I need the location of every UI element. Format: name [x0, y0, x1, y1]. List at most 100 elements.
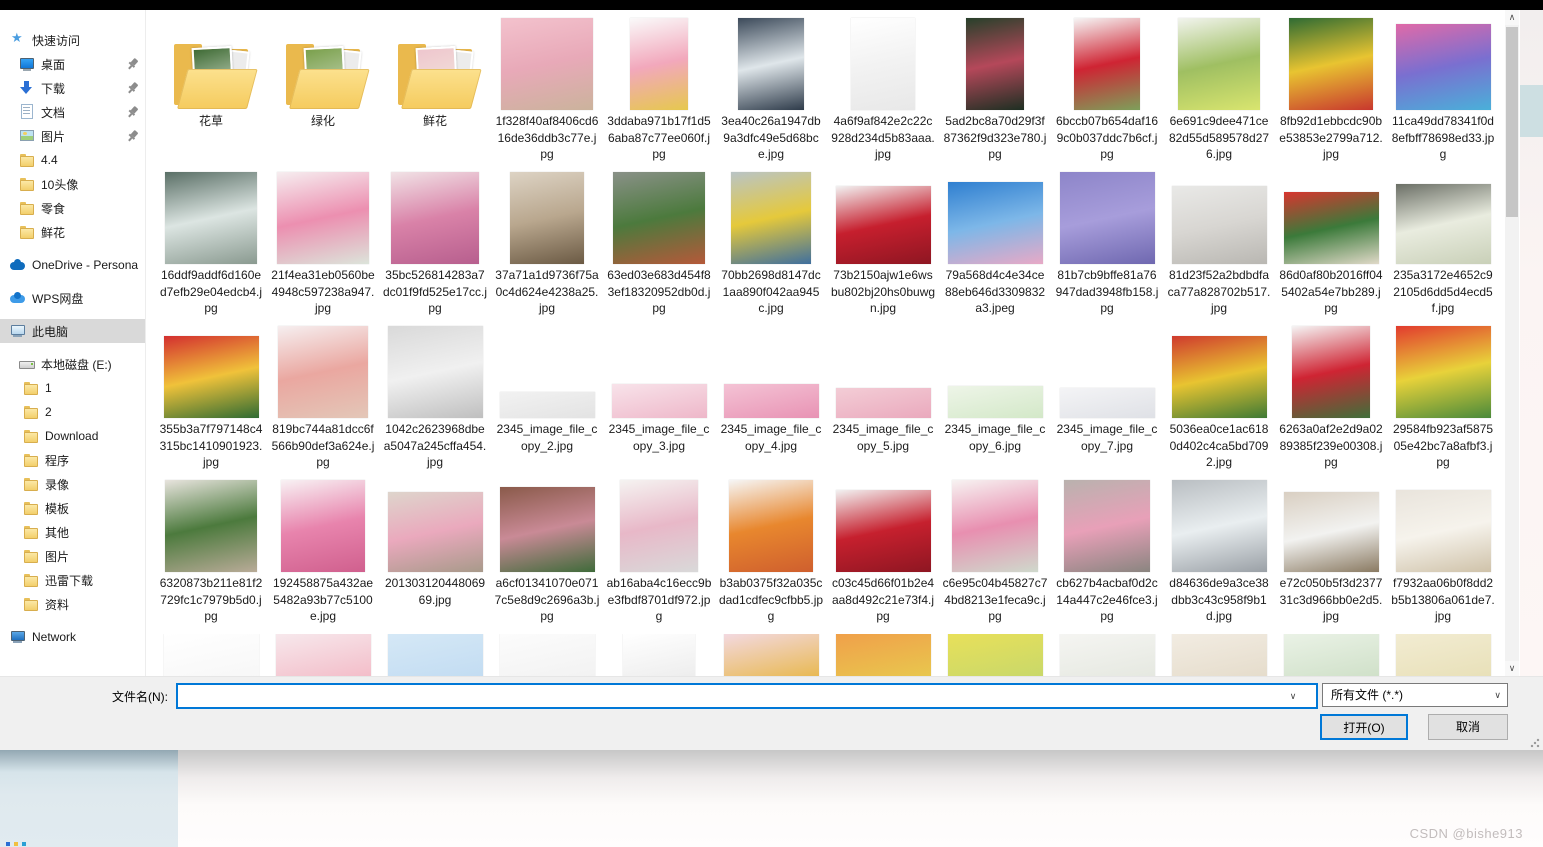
- open-button[interactable]: 打开(O): [1320, 714, 1408, 740]
- file-item-partial[interactable]: [491, 634, 603, 676]
- file-item[interactable]: 81d23f52a2bdbdfaca77a828702b517.jpg: [1163, 172, 1275, 326]
- sidebar-item-8[interactable]: 鲜花: [0, 220, 145, 244]
- scrollbar-thumb[interactable]: [1506, 27, 1518, 217]
- file-item[interactable]: e72c050b5f3d237731c3d966bb0e2d5.jpg: [1275, 480, 1387, 634]
- vertical-scrollbar[interactable]: ∧ ∨: [1505, 10, 1519, 676]
- file-item[interactable]: 2345_image_file_copy_2.jpg: [491, 326, 603, 480]
- folder-item[interactable]: 花草: [155, 18, 267, 172]
- file-item[interactable]: 5ad2bc8a70d29f3f87362f9d323e780.jpg: [939, 18, 1051, 172]
- file-item-partial[interactable]: [1163, 634, 1275, 676]
- file-item[interactable]: 37a71a1d9736f75a0c4d624e4238a25.jpg: [491, 172, 603, 326]
- file-item[interactable]: 6263a0af2e2d9a0289385f239e00308.jpg: [1275, 326, 1387, 480]
- file-item[interactable]: d84636de9a3ce38dbb3c43c958f9b1d.jpg: [1163, 480, 1275, 634]
- sidebar-item-23[interactable]: Network: [0, 625, 145, 649]
- sidebar-item-3[interactable]: 文档: [0, 100, 145, 124]
- file-item[interactable]: f7932aa06b0f8dd2b5b13806a061de7.jpg: [1387, 480, 1499, 634]
- file-item[interactable]: 192458875a432ae5482a93b77c5100e.jpg: [267, 480, 379, 634]
- scroll-up-icon[interactable]: ∧: [1505, 10, 1519, 25]
- file-item-partial[interactable]: [827, 634, 939, 676]
- file-item[interactable]: 2345_image_file_copy_3.jpg: [603, 326, 715, 480]
- folder-item[interactable]: 绿化: [267, 18, 379, 172]
- file-item[interactable]: 20130312044806969.jpg: [379, 480, 491, 634]
- sidebar-item-13[interactable]: 1: [0, 376, 145, 400]
- sidebar-item-20[interactable]: 图片: [0, 544, 145, 568]
- file-item[interactable]: 2345_image_file_copy_4.jpg: [715, 326, 827, 480]
- file-item-partial[interactable]: [1051, 634, 1163, 676]
- file-item-partial[interactable]: [603, 634, 715, 676]
- image-thumbnail: [731, 172, 811, 264]
- file-item-partial[interactable]: [379, 634, 491, 676]
- file-item[interactable]: 63ed03e683d454f83ef18320952db0d.jpg: [603, 172, 715, 326]
- file-item-partial[interactable]: [267, 634, 379, 676]
- filename-chevron-down-icon[interactable]: ∨: [1283, 685, 1303, 707]
- sidebar-item-16[interactable]: 程序: [0, 448, 145, 472]
- sidebar-item-5[interactable]: 4.4: [0, 148, 145, 172]
- file-item[interactable]: b3ab0375f32a035cdad1cdfec9cfbb5.jpg: [715, 480, 827, 634]
- file-item[interactable]: ab16aba4c16ecc9be3fbdf8701df972.jpg: [603, 480, 715, 634]
- sidebar-item-21[interactable]: 迅雷下载: [0, 568, 145, 592]
- file-item[interactable]: 3ddaba971b17f1d56aba87c77ee060f.jpg: [603, 18, 715, 172]
- sidebar-item-10[interactable]: WPS网盘: [0, 286, 145, 310]
- file-item[interactable]: 1f328f40af8406cd616de36ddb3c77e.jpg: [491, 18, 603, 172]
- file-item[interactable]: 79a568d4c4e34ce88eb646d3309832a3.jpeg: [939, 172, 1051, 326]
- file-item-partial[interactable]: [1387, 634, 1499, 676]
- folder-item[interactable]: 鲜花: [379, 18, 491, 172]
- file-item[interactable]: c03c45d66f01b2e4aa8d492c21e73f4.jpg: [827, 480, 939, 634]
- filetype-select[interactable]: 所有文件 (*.*) ∨: [1322, 683, 1508, 707]
- sidebar-item-label: 2: [45, 405, 52, 419]
- file-item-partial[interactable]: [1275, 634, 1387, 676]
- sidebar-item-7[interactable]: 零食: [0, 196, 145, 220]
- file-item[interactable]: a6cf01341070e0717c5e8d9c2696a3b.jpg: [491, 480, 603, 634]
- file-item[interactable]: 2345_image_file_copy_7.jpg: [1051, 326, 1163, 480]
- filetype-value: 所有文件 (*.*): [1331, 688, 1404, 702]
- file-item[interactable]: cb627b4acbaf0d2c14a447c2e46fce3.jpg: [1051, 480, 1163, 634]
- file-item[interactable]: 4a6f9af842e2c22c928d234d5b83aaa.jpg: [827, 18, 939, 172]
- file-item[interactable]: 35bc526814283a7dc01f9fd525e17cc.jpg: [379, 172, 491, 326]
- file-item[interactable]: 3ea40c26a1947db9a3dfc49e5d68bce.jpg: [715, 18, 827, 172]
- sidebar-item-label: 此电脑: [32, 324, 69, 339]
- file-item[interactable]: 81b7cb9bffe81a76947dad3948fb158.jpg: [1051, 172, 1163, 326]
- sidebar-item-22[interactable]: 资料: [0, 592, 145, 616]
- sidebar-item-1[interactable]: 桌面: [0, 52, 145, 76]
- sidebar-item-12[interactable]: 本地磁盘 (E:): [0, 352, 145, 376]
- file-item[interactable]: 6bccb07b654daf169c0b037ddc7b6cf.jpg: [1051, 18, 1163, 172]
- resize-grip[interactable]: [1530, 738, 1540, 748]
- file-item[interactable]: 16ddf9addf6d160ed7efb29e04edcb4.jpg: [155, 172, 267, 326]
- scroll-down-icon[interactable]: ∨: [1505, 661, 1519, 676]
- file-item[interactable]: 11ca49dd78341f0d8efbff78698ed33.jpg: [1387, 18, 1499, 172]
- file-item[interactable]: c6e95c04b45827c74bd8213e1feca9c.jpg: [939, 480, 1051, 634]
- file-item[interactable]: 29584fb923af587505e42bc7a8afbf3.jpg: [1387, 326, 1499, 480]
- file-item[interactable]: 6320873b211e81f2729fc1c7979b5d0.jpg: [155, 480, 267, 634]
- file-item[interactable]: 5036ea0ce1ac6180d402c4ca5bd7092.jpg: [1163, 326, 1275, 480]
- sidebar-item-0[interactable]: 快速访问: [0, 28, 145, 52]
- file-item[interactable]: 6e691c9dee471ce82d55d589578d276.jpg: [1163, 18, 1275, 172]
- sidebar-item-label: 迅雷下载: [45, 573, 94, 588]
- cancel-button[interactable]: 取消: [1428, 714, 1508, 740]
- file-item[interactable]: 8fb92d1ebbcdc90be53853e2799a712.jpg: [1275, 18, 1387, 172]
- sidebar-item-19[interactable]: 其他: [0, 520, 145, 544]
- sidebar-item-11[interactable]: 此电脑: [0, 319, 145, 343]
- sidebar-item-2[interactable]: 下载: [0, 76, 145, 100]
- file-item[interactable]: 21f4ea31eb0560be4948c597238a947.jpg: [267, 172, 379, 326]
- filename-input[interactable]: [176, 683, 1318, 709]
- file-item-partial[interactable]: [155, 634, 267, 676]
- file-item[interactable]: 2345_image_file_copy_5.jpg: [827, 326, 939, 480]
- file-item[interactable]: 70bb2698d8147dc1aa890f042aa945c.jpg: [715, 172, 827, 326]
- image-thumbnail: [499, 634, 595, 676]
- sidebar-item-4[interactable]: 图片: [0, 124, 145, 148]
- sidebar-item-15[interactable]: Download: [0, 424, 145, 448]
- sidebar-item-17[interactable]: 录像: [0, 472, 145, 496]
- sidebar-item-9[interactable]: OneDrive - Persona: [0, 253, 145, 277]
- file-item-partial[interactable]: [939, 634, 1051, 676]
- sidebar-item-14[interactable]: 2: [0, 400, 145, 424]
- file-item[interactable]: 355b3a7f797148c4315bc1410901923.jpg: [155, 326, 267, 480]
- file-item[interactable]: 2345_image_file_copy_6.jpg: [939, 326, 1051, 480]
- file-item[interactable]: 73b2150ajw1e6wsbu802bj20hs0buwgn.jpg: [827, 172, 939, 326]
- file-item[interactable]: 86d0af80b2016ff045402a54e7bb289.jpg: [1275, 172, 1387, 326]
- file-item[interactable]: 1042c2623968dbea5047a245cffa454.jpg: [379, 326, 491, 480]
- file-item[interactable]: 819bc744a81dcc6f566b90def3a624e.jpg: [267, 326, 379, 480]
- sidebar-item-6[interactable]: 10头像: [0, 172, 145, 196]
- file-item-partial[interactable]: [715, 634, 827, 676]
- sidebar-item-18[interactable]: 模板: [0, 496, 145, 520]
- file-item[interactable]: 235a3172e4652c92105d6dd5d4ecd5f.jpg: [1387, 172, 1499, 326]
